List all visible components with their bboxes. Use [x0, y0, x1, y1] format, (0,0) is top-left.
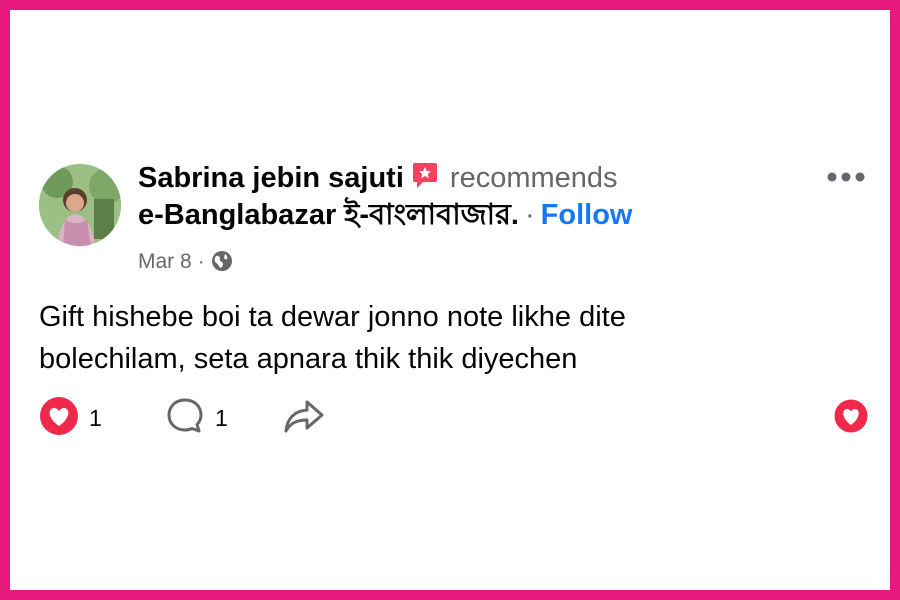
post-date[interactable]: Mar 8 [138, 250, 192, 273]
share-button[interactable] [282, 396, 326, 441]
avatar[interactable] [39, 164, 121, 246]
author-name[interactable]: Sabrina jebin sajuti [138, 162, 404, 194]
meta-separator: · [197, 250, 205, 273]
post-actions: 1 1 [39, 396, 869, 436]
comment-button[interactable]: 1 [165, 396, 228, 441]
share-icon [282, 396, 326, 441]
recommends-text: recommends [449, 162, 618, 194]
reactions-count: 1 [89, 405, 102, 431]
heart-reaction-icon[interactable] [833, 396, 869, 441]
comments-count: 1 [215, 405, 228, 431]
post-body-text: Gift hishebe boi ta dewar jonno note lik… [39, 301, 626, 375]
follow-button[interactable]: Follow [541, 199, 633, 231]
separator-dot: · [525, 199, 535, 231]
heart-reaction-icon [39, 396, 79, 441]
reactions[interactable]: 1 [39, 396, 102, 441]
globe-icon [211, 250, 233, 280]
page-line: e-Banglabazar ই-বাংলাবাজার. · Follow [138, 197, 633, 233]
author-line: Sabrina jebin sajuti recommends [138, 160, 618, 200]
more-options-icon[interactable] [826, 170, 866, 189]
recommend-badge-icon [410, 161, 440, 200]
recommendation-post: Sabrina jebin sajuti recommends e-Banglab… [10, 10, 890, 590]
post-meta: Mar 8 · [138, 248, 233, 280]
comment-icon [165, 396, 205, 441]
page-name[interactable]: e-Banglabazar ই-বাংলাবাজার. [138, 199, 519, 231]
